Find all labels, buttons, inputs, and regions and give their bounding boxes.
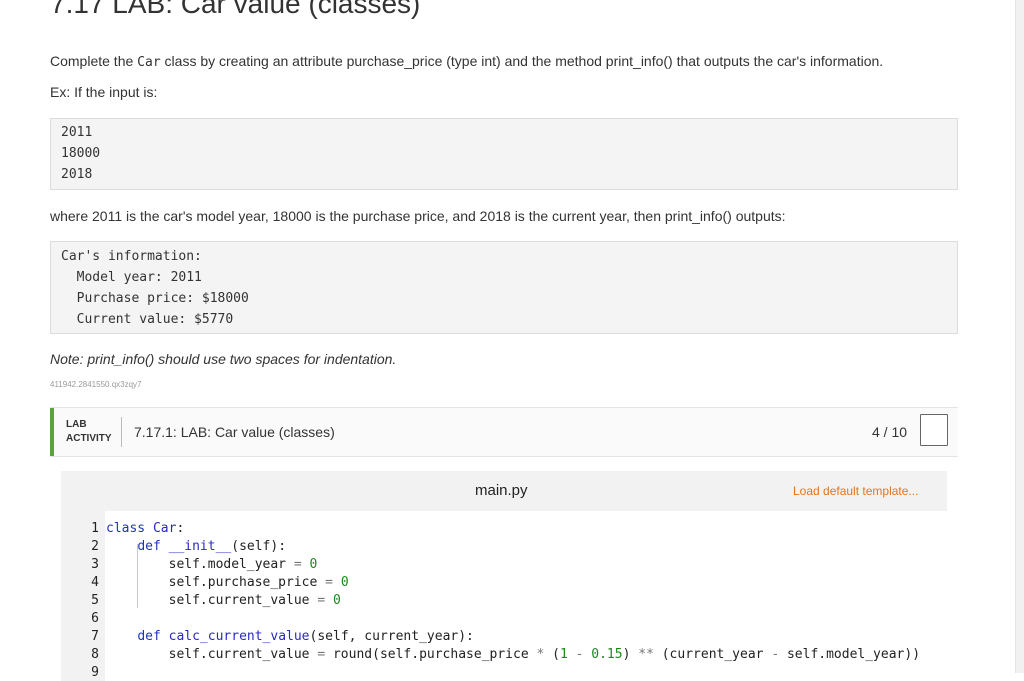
example-label: Ex: If the input is: bbox=[50, 84, 158, 100]
explanation-text: where 2011 is the car's model year, 1800… bbox=[50, 208, 786, 224]
completion-checkbox-icon bbox=[920, 414, 948, 446]
line-number: 4 bbox=[91, 575, 99, 590]
line-number: 1 bbox=[91, 521, 99, 536]
line-number: 2 bbox=[91, 539, 99, 554]
line-number: 6 bbox=[91, 611, 99, 626]
header-divider bbox=[121, 417, 122, 447]
lab-activity-badge: LAB ACTIVITY bbox=[66, 419, 112, 444]
output-line: Model year: 2011 bbox=[61, 270, 202, 285]
lab-activity-header: LAB ACTIVITY 7.17.1: LAB: Car value (cla… bbox=[50, 407, 958, 457]
code-line[interactable]: self.model_year = 0 bbox=[106, 557, 318, 572]
line-number: 5 bbox=[91, 593, 99, 608]
input-line: 18000 bbox=[61, 146, 101, 161]
code-area[interactable]: 1 2 3 4 5 6 7 8 9 class Car: def __init_… bbox=[61, 511, 947, 681]
code-line[interactable]: self.purchase_price = 0 bbox=[106, 575, 349, 590]
code-line[interactable]: def __init__(self): bbox=[106, 539, 286, 554]
intro-code: Car bbox=[137, 55, 161, 70]
problem-id: 411942.2841550.qx3zqy7 bbox=[50, 380, 142, 389]
example-input-block: 2011 18000 2018 bbox=[50, 118, 958, 190]
note-text: Note: print_info() should use two spaces… bbox=[50, 351, 397, 367]
code-line[interactable]: self.current_value = 0 bbox=[106, 593, 341, 608]
output-line: Current value: $5770 bbox=[61, 312, 234, 327]
line-number: 8 bbox=[91, 647, 99, 662]
output-line: Car's information: bbox=[61, 249, 202, 264]
lab-title: 7.17.1: LAB: Car value (classes) bbox=[134, 424, 335, 440]
code-editor-panel: main.py Load default template... 1 2 3 4… bbox=[61, 471, 947, 681]
input-line: 2018 bbox=[61, 167, 93, 182]
lab-accent-bar bbox=[50, 408, 54, 456]
line-number: 3 bbox=[91, 557, 99, 572]
intro-text: Complete the Car class by creating an at… bbox=[50, 53, 884, 70]
example-output-block: Car's information: Model year: 2011 Purc… bbox=[50, 241, 958, 334]
load-default-template-link[interactable]: Load default template... bbox=[793, 484, 918, 498]
line-number-gutter: 1 2 3 4 5 6 7 8 9 bbox=[61, 511, 105, 681]
scrollbar-track[interactable] bbox=[1015, 0, 1024, 673]
page-title: 7.17 LAB: Car value (classes) bbox=[50, 0, 421, 19]
line-number: 7 bbox=[91, 629, 99, 644]
code-line[interactable]: def calc_current_value(self, current_yea… bbox=[106, 629, 474, 644]
output-line: Purchase price: $18000 bbox=[61, 291, 249, 306]
code-line[interactable]: class Car: bbox=[106, 521, 184, 536]
editor-filename: main.py bbox=[475, 482, 528, 499]
input-line: 2011 bbox=[61, 125, 93, 140]
lab-score: 4 / 10 bbox=[872, 424, 908, 440]
code-line[interactable]: self.current_value = round(self.purchase… bbox=[106, 647, 920, 662]
